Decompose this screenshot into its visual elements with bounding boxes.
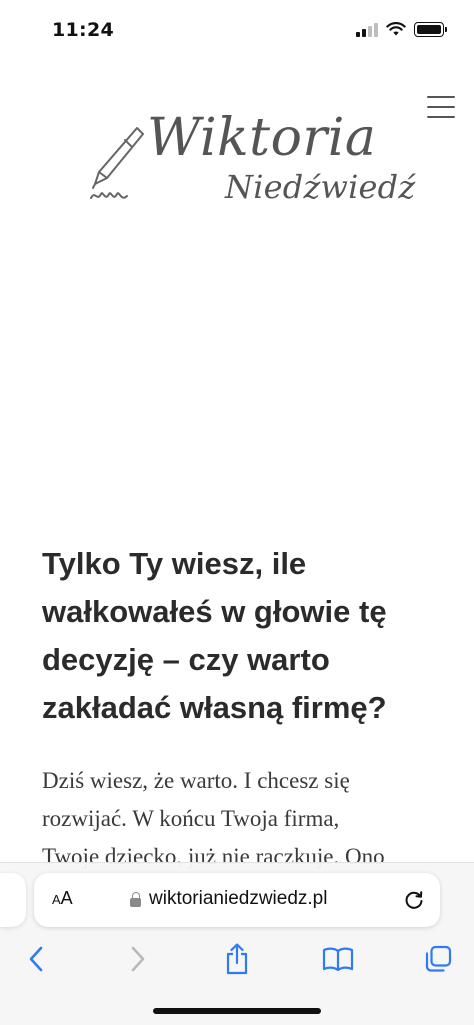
share-icon: [226, 943, 248, 975]
reload-icon[interactable]: [402, 888, 426, 912]
wifi-icon: [386, 22, 406, 36]
logo-subtitle: Niedźwiedź: [225, 168, 416, 206]
browser-bottom-bar: AA wiktorianiedzwiedz.pl: [0, 862, 474, 1025]
address-bar[interactable]: AA wiktorianiedzwiedz.pl: [34, 873, 440, 927]
article-headline: Tylko Ty wiesz, ile wałkowałeś w głowie …: [42, 546, 387, 725]
status-time: 11:24: [52, 19, 114, 41]
url-display[interactable]: wiktorianiedzwiedz.pl: [130, 888, 327, 910]
site-logo[interactable]: Wiktoria Niedźwiedź: [85, 98, 415, 228]
text-size-button[interactable]: AA: [52, 888, 73, 909]
status-bar: 11:24: [0, 0, 474, 62]
lock-icon: [130, 891, 141, 907]
hamburger-menu-icon[interactable]: [427, 96, 455, 118]
home-indicator: [153, 1008, 321, 1014]
fountain-pen-icon: [90, 127, 144, 199]
article-body-line: rozwijać. W końcu Twoja firma,: [42, 806, 340, 831]
bookmarks-button[interactable]: [320, 941, 356, 977]
article-body-line: Dziś wiesz, że warto. I chcesz się: [42, 768, 350, 793]
back-button[interactable]: [18, 941, 54, 977]
url-text: wiktorianiedzwiedz.pl: [149, 888, 328, 909]
browser-toolbar: [0, 937, 474, 981]
previous-tab-card[interactable]: [0, 873, 26, 927]
book-icon: [322, 947, 354, 972]
logo-title: Wiktoria: [147, 108, 377, 168]
tabs-icon: [425, 945, 452, 972]
chevron-right-icon: [131, 946, 145, 972]
forward-button[interactable]: [120, 941, 156, 977]
share-button[interactable]: [219, 941, 255, 977]
battery-icon: [414, 22, 447, 37]
status-icons: [356, 22, 447, 37]
tabs-button[interactable]: [420, 941, 456, 977]
chevron-left-icon: [29, 946, 43, 972]
battery-level: [417, 25, 441, 34]
cellular-signal-icon: [356, 22, 378, 37]
article-body: Dziś wiesz, że warto. I chcesz się rozwi…: [42, 762, 452, 876]
